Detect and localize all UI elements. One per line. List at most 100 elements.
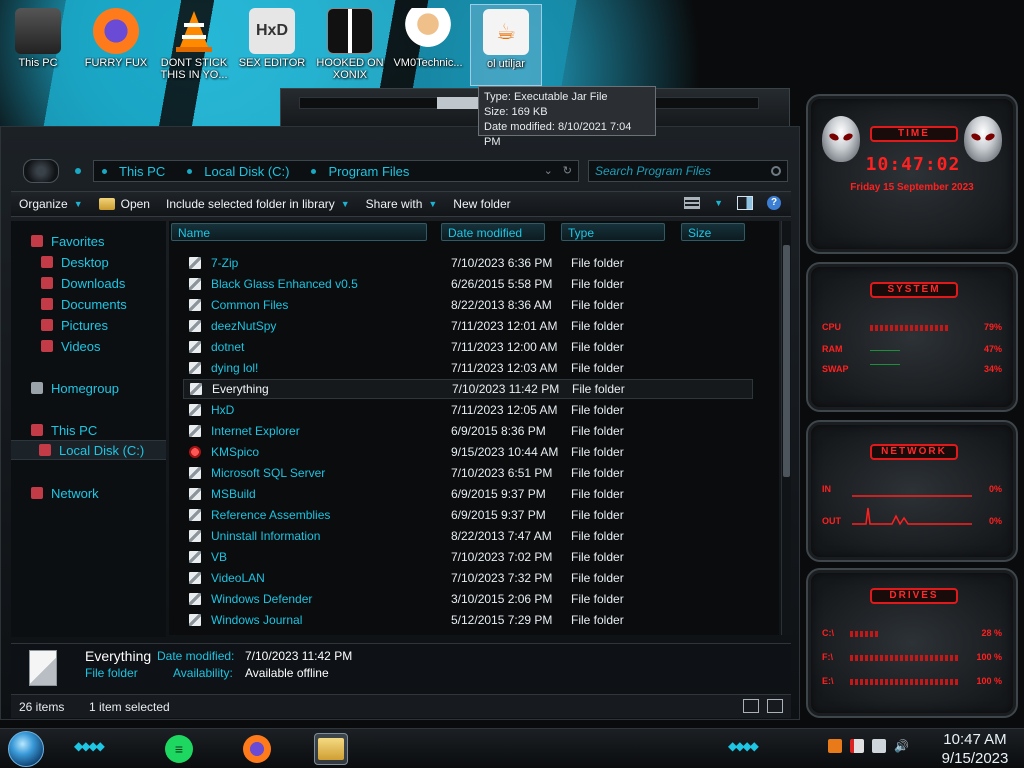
network-gadget[interactable]: NETWORK IN 0% OUT 0% [806, 420, 1018, 562]
refresh-icon[interactable]: ↻ [563, 164, 572, 177]
organize-button[interactable]: Organize ▼ [11, 192, 91, 216]
include-in-library-button[interactable]: Include selected folder in library ▼ [158, 192, 358, 216]
nav-homegroup[interactable]: Homegroup [31, 378, 186, 398]
status-item-count: 26 items [19, 700, 65, 714]
table-row[interactable]: MSBuild 6/9/2015 9:37 PM File folder [183, 484, 753, 504]
tooltip-type: Type: Executable Jar File [484, 91, 608, 103]
table-row[interactable]: Windows Journal 5/12/2015 7:29 PM File fol… [183, 610, 753, 630]
system-gadget[interactable]: SYSTEM CPU 79% RAM 47% SWAP 34% [806, 262, 1018, 412]
column-size[interactable]: Size [681, 223, 745, 241]
file-type: File folder [571, 319, 624, 333]
taskbar-decoration: ◆◆◆◆ [74, 739, 105, 753]
view-dropdown-icon[interactable]: ▼ [714, 198, 723, 208]
xonix-icon [327, 8, 373, 54]
scrollbar-thumb[interactable] [783, 245, 790, 477]
drive-c-bar [850, 631, 880, 637]
tooltip-modified: Date modified: 8/10/2021 7:04 PM [484, 121, 632, 148]
table-row[interactable]: Microsoft SQL Server 7/10/2023 6:51 PM Fil… [183, 463, 753, 483]
nav-local-disk[interactable]: Local Disk (C:) [11, 440, 166, 460]
file-name: Microsoft SQL Server [211, 466, 326, 480]
preview-pane-icon[interactable] [737, 196, 753, 210]
file-type: File folder [571, 445, 624, 459]
desktop-icon-vlc[interactable]: DONT STICK THIS IN YO... [158, 4, 230, 86]
table-row[interactable]: Internet Explorer 6/9/2015 8:36 PM File fo… [183, 421, 753, 441]
address-row: This PC Local Disk (C:) Program Files ⌄ … [1, 155, 801, 187]
large-icons-view-icon[interactable] [767, 699, 783, 713]
folder-icon [189, 341, 201, 353]
desktop-icon-furry-fux[interactable]: FURRY FUX [80, 4, 152, 86]
desktop-icon-sex-editor[interactable]: HxD SEX EDITOR [236, 4, 308, 86]
file-date: 9/15/2023 10:44 AM [451, 445, 559, 459]
table-row[interactable]: VB 7/10/2023 7:02 PM File folder [183, 547, 753, 567]
column-date-modified[interactable]: Date modified [441, 223, 545, 241]
folder-icon [98, 198, 115, 210]
recent-locations-dot[interactable] [75, 168, 81, 174]
taskbar-app-firefox[interactable] [240, 733, 274, 765]
column-name[interactable]: Name [171, 223, 427, 241]
chevron-down-icon: ▼ [73, 199, 83, 209]
drive-c-meter: C:\ 28 % [822, 628, 1002, 638]
table-row[interactable]: deezNutSpy 7/11/2023 12:01 AM File folder [183, 316, 753, 336]
file-name: Uninstall Information [211, 529, 321, 543]
table-row[interactable]: Common Files 8/22/2013 8:36 AM File folder [183, 295, 753, 315]
open-button[interactable]: Open [91, 192, 158, 216]
search-input[interactable]: Search Program Files [588, 160, 788, 182]
details-view-icon[interactable] [743, 699, 759, 713]
new-folder-button[interactable]: New folder [445, 192, 518, 216]
address-dropdown-icon[interactable]: ⌄ [544, 164, 553, 177]
start-button[interactable] [8, 731, 44, 767]
back-forward-button[interactable] [23, 159, 59, 183]
table-row[interactable]: HxD 7/11/2023 12:05 AM File folder [183, 400, 753, 420]
downloads-icon [41, 277, 53, 289]
desktop-icon-hooked-on-xonix[interactable]: HOOKED ON XONIX [314, 4, 386, 86]
table-row[interactable]: Uninstall Information 8/22/2013 7:47 AM Fi… [183, 526, 753, 546]
network-tray-icon[interactable] [872, 739, 886, 753]
vertical-scrollbar[interactable] [781, 221, 791, 635]
file-explorer-window[interactable]: This PC Local Disk (C:) Program Files ⌄ … [0, 126, 800, 720]
nav-this-pc[interactable]: This PC [31, 420, 186, 440]
folder-icon [189, 278, 201, 290]
desktop-icon-vm0technic[interactable]: VM0Technic... [392, 4, 464, 86]
desktop-icon-jar-file[interactable]: ☕ ol utiljar [470, 4, 542, 86]
folder-icon [189, 320, 201, 332]
taskbar-app-spotify[interactable]: ≡ [162, 733, 196, 765]
address-bar[interactable]: This PC Local Disk (C:) Program Files ⌄ … [93, 160, 579, 182]
volume-icon[interactable]: 🔊 [894, 739, 909, 753]
table-row[interactable]: Black Glass Enhanced v0.5 6/26/2015 5:58 … [183, 274, 753, 294]
taskbar-app-file-explorer[interactable] [314, 733, 348, 765]
java-tray-icon[interactable] [828, 739, 842, 753]
share-with-button[interactable]: Share with ▼ [358, 192, 446, 216]
help-icon[interactable]: ? [767, 196, 781, 210]
table-row[interactable]: VideoLAN 7/10/2023 7:32 PM File folder [183, 568, 753, 588]
table-row[interactable]: Everything 7/10/2023 11:42 PM File folder [183, 379, 753, 399]
table-row[interactable]: dotnet 7/11/2023 12:00 AM File folder [183, 337, 753, 357]
breadcrumb-program-files[interactable]: Program Files [311, 164, 423, 179]
breadcrumb-separator-icon [187, 168, 193, 174]
table-row[interactable]: Windows Defender 3/10/2015 2:06 PM File fo… [183, 589, 753, 609]
column-type[interactable]: Type [561, 223, 665, 241]
table-row[interactable]: dying lol! 7/11/2023 12:03 AM File folder [183, 358, 753, 378]
change-view-icon[interactable] [684, 197, 701, 209]
breadcrumb-this-pc[interactable]: This PC [102, 164, 179, 179]
drives-gadget[interactable]: DRIVES C:\ 28 % F:\ 100 % E:\ 100 % [806, 568, 1018, 718]
firefox-icon [93, 8, 139, 54]
table-row[interactable]: Reference Assemblies 6/9/2015 9:37 PM File… [183, 505, 753, 525]
network-gadget-title: NETWORK [870, 444, 958, 460]
table-row[interactable]: KMSpico 9/15/2023 10:44 AM File folder [183, 442, 753, 462]
file-name: KMSpico [211, 445, 260, 459]
nav-favorites[interactable]: Favorites [31, 231, 186, 251]
navigation-pane: Favorites Desktop Downloads Documents Pi… [11, 221, 166, 637]
table-row[interactable]: 7-Zip 7/10/2023 6:36 PM File folder [183, 253, 753, 273]
file-list[interactable]: Name Date modified Type Size 7-Zip 7/10/2… [169, 221, 779, 635]
breadcrumb-local-disk[interactable]: Local Disk (C:) [187, 164, 303, 179]
action-center-icon[interactable] [850, 739, 864, 753]
nav-network[interactable]: Network [31, 483, 186, 503]
desktop-icon-this-pc[interactable]: This PC [2, 4, 74, 86]
file-type: File folder [571, 340, 624, 354]
file-date: 3/10/2015 2:06 PM [451, 592, 553, 606]
file-date: 7/10/2023 7:32 PM [451, 571, 553, 585]
firefox-icon [243, 735, 271, 763]
search-icon[interactable] [771, 166, 781, 176]
time-gadget[interactable]: TIME 10:47:02 Friday 15 September 2023 [806, 94, 1018, 254]
taskbar-clock[interactable]: 10:47 AM 9/15/2023 [930, 730, 1020, 768]
